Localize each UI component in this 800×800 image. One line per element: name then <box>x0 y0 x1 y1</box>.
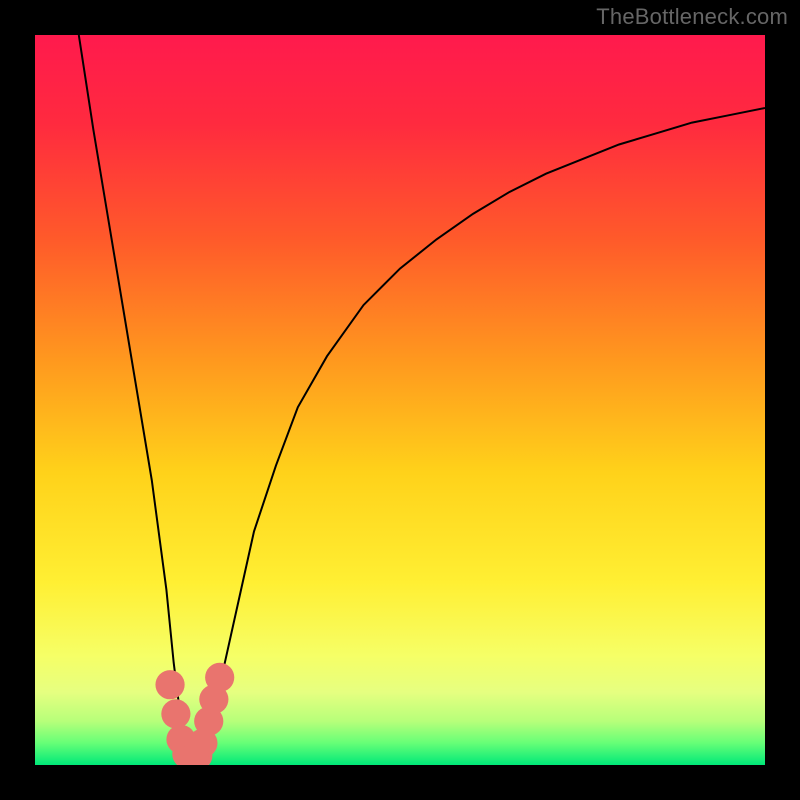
plot-area <box>35 35 765 765</box>
bottleneck-curve <box>35 35 765 765</box>
attribution-label: TheBottleneck.com <box>596 4 788 30</box>
chart-frame: TheBottleneck.com <box>0 0 800 800</box>
marker-dot <box>161 699 190 728</box>
marker-dot <box>205 663 234 692</box>
curve-path <box>79 35 765 761</box>
marker-group <box>155 663 234 765</box>
marker-dot <box>155 670 184 699</box>
